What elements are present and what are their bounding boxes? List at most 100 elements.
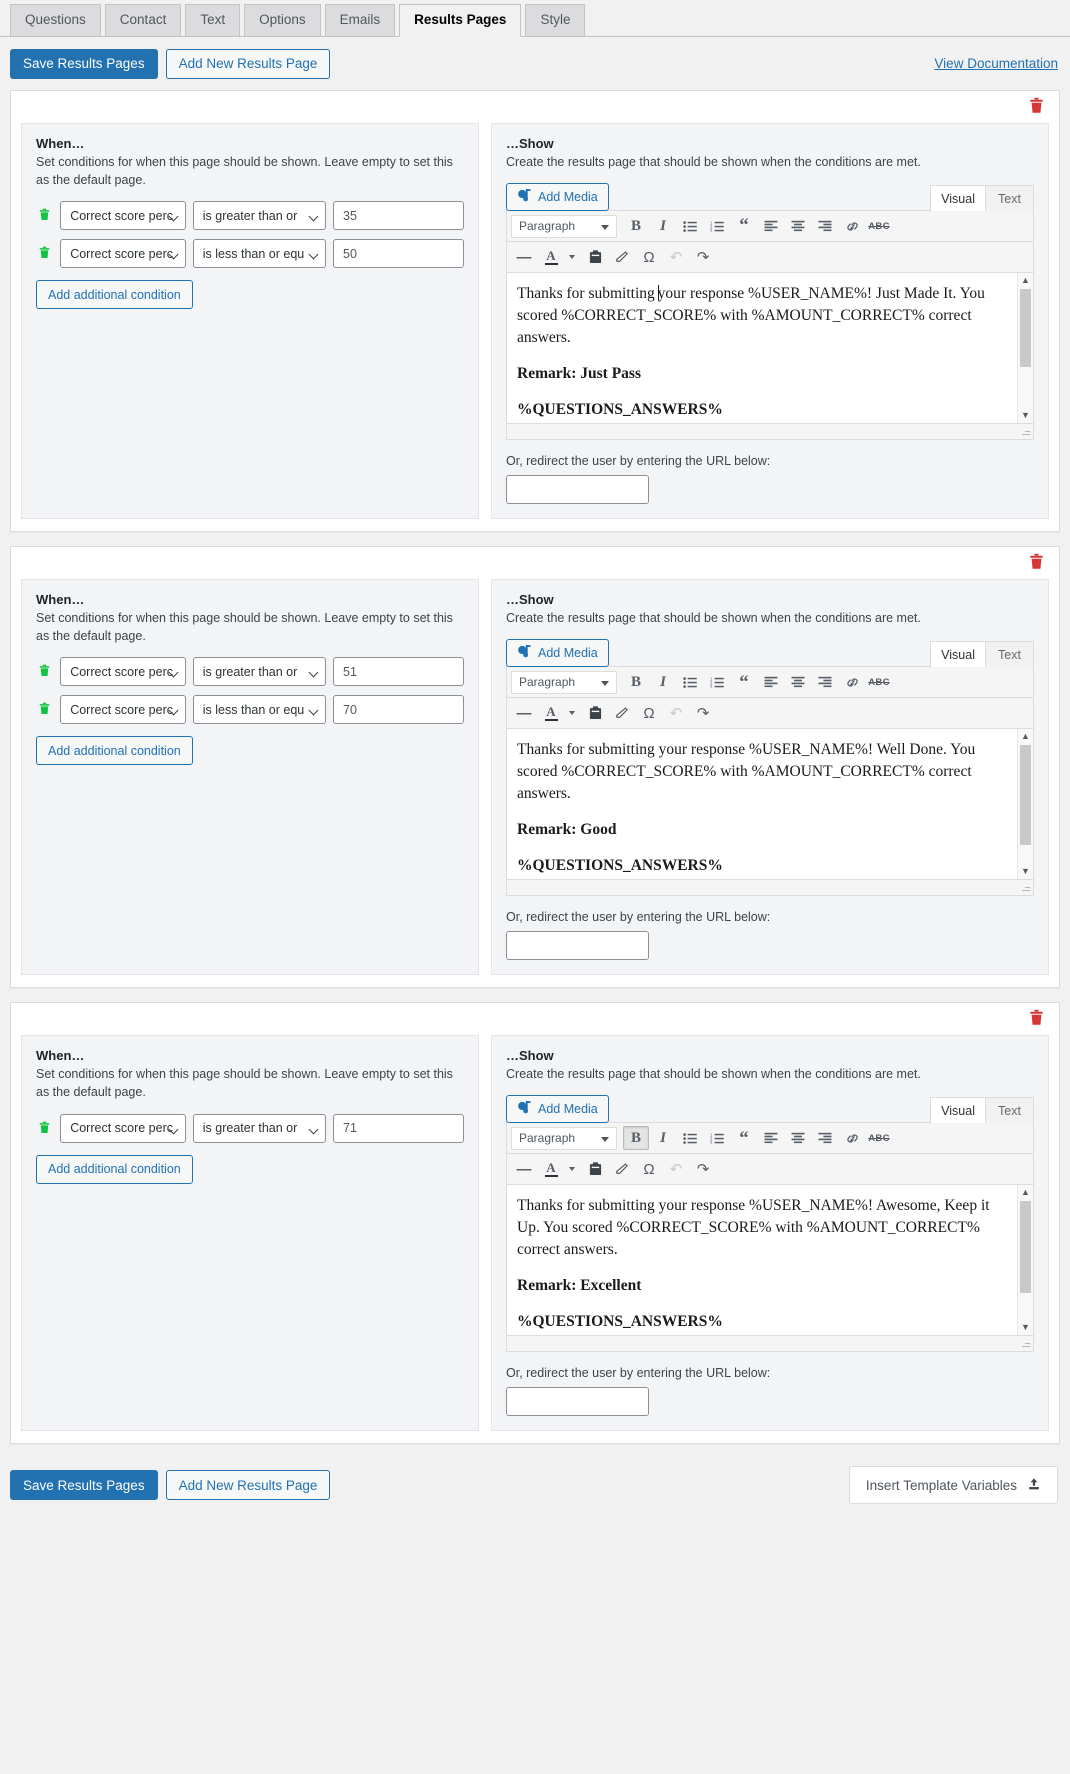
scrollbar-thumb[interactable] bbox=[1020, 745, 1031, 846]
redo-button[interactable]: ↷ bbox=[690, 1157, 716, 1181]
undo-button[interactable]: ↶ bbox=[663, 701, 689, 725]
editor-content-area[interactable]: Thanks for submitting your response %USE… bbox=[507, 729, 1033, 880]
special-character-button[interactable]: Ω bbox=[636, 1157, 662, 1181]
italic-button[interactable]: I bbox=[650, 670, 676, 694]
strikethrough-button[interactable]: ABC bbox=[866, 670, 892, 694]
paragraph-format-select[interactable]: Paragraph bbox=[511, 1126, 617, 1150]
text-color-button[interactable]: A bbox=[538, 701, 564, 725]
delete-condition-icon[interactable] bbox=[36, 1121, 53, 1136]
insert-link-button[interactable] bbox=[839, 670, 865, 694]
insert-link-button[interactable] bbox=[839, 214, 865, 238]
redo-button[interactable]: ↷ bbox=[690, 245, 716, 269]
align-left-button[interactable] bbox=[758, 670, 784, 694]
tab-text-editor[interactable]: Text bbox=[986, 185, 1034, 212]
special-character-button[interactable]: Ω bbox=[636, 245, 662, 269]
condition-field-select[interactable]: Correct score perc bbox=[60, 1113, 186, 1143]
scrollbar-thumb[interactable] bbox=[1020, 1201, 1031, 1294]
blockquote-button[interactable]: “ bbox=[731, 1126, 757, 1150]
align-center-button[interactable] bbox=[785, 214, 811, 238]
condition-value-input[interactable] bbox=[333, 695, 465, 725]
paragraph-format-select[interactable]: Paragraph bbox=[511, 670, 617, 694]
align-center-button[interactable] bbox=[785, 670, 811, 694]
text-color-dropdown-arrow[interactable] bbox=[565, 1157, 581, 1181]
delete-condition-icon[interactable] bbox=[36, 664, 53, 679]
add-media-button[interactable]: Add Media bbox=[506, 183, 609, 212]
text-color-button[interactable]: A bbox=[538, 1157, 564, 1181]
scroll-down-arrow-icon[interactable]: ▼ bbox=[1018, 1320, 1033, 1335]
tab-text[interactable]: Text bbox=[185, 3, 241, 37]
numbered-list-button[interactable]: 123 bbox=[704, 214, 730, 238]
add-additional-condition-button[interactable]: Add additional condition bbox=[36, 736, 193, 766]
strikethrough-button[interactable]: ABC bbox=[866, 214, 892, 238]
scroll-up-arrow-icon[interactable]: ▲ bbox=[1018, 729, 1033, 744]
condition-value-input[interactable] bbox=[333, 201, 465, 231]
italic-button[interactable]: I bbox=[650, 1126, 676, 1150]
align-right-button[interactable] bbox=[812, 670, 838, 694]
insert-link-button[interactable] bbox=[839, 1126, 865, 1150]
delete-results-page-icon[interactable] bbox=[1028, 1009, 1045, 1029]
condition-field-select[interactable]: Correct score perc bbox=[60, 695, 186, 725]
add-media-button[interactable]: Add Media bbox=[506, 1095, 609, 1124]
scrollbar-thumb[interactable] bbox=[1020, 289, 1031, 368]
bold-button[interactable]: B bbox=[623, 214, 649, 238]
delete-results-page-icon[interactable] bbox=[1028, 553, 1045, 573]
text-color-dropdown-arrow[interactable] bbox=[565, 701, 581, 725]
tab-text-editor[interactable]: Text bbox=[986, 1097, 1034, 1124]
bulleted-list-button[interactable] bbox=[677, 214, 703, 238]
align-right-button[interactable] bbox=[812, 1126, 838, 1150]
save-results-pages-button-bottom[interactable]: Save Results Pages bbox=[10, 1470, 158, 1501]
paragraph-format-select[interactable]: Paragraph bbox=[511, 214, 617, 238]
strikethrough-button[interactable]: ABC bbox=[866, 1126, 892, 1150]
tab-visual-editor[interactable]: Visual bbox=[930, 185, 986, 212]
condition-field-select[interactable]: Correct score perc bbox=[60, 657, 186, 687]
condition-operator-select[interactable]: is greater than or bbox=[192, 657, 327, 687]
add-new-results-page-button-bottom[interactable]: Add New Results Page bbox=[165, 1470, 331, 1501]
delete-condition-icon[interactable] bbox=[36, 702, 53, 717]
align-left-button[interactable] bbox=[758, 1126, 784, 1150]
redirect-url-input[interactable] bbox=[506, 475, 649, 505]
add-new-results-page-button[interactable]: Add New Results Page bbox=[165, 48, 331, 79]
editor-content-area[interactable]: Thanks for submitting your response %USE… bbox=[507, 1185, 1033, 1336]
bold-button[interactable]: B bbox=[623, 1126, 649, 1151]
delete-condition-icon[interactable] bbox=[36, 246, 53, 261]
editor-scrollbar[interactable]: ▲ ▼ bbox=[1017, 273, 1033, 424]
condition-value-input[interactable] bbox=[333, 239, 465, 269]
text-color-dropdown-arrow[interactable] bbox=[565, 245, 581, 269]
paste-as-text-button[interactable] bbox=[582, 701, 608, 725]
tab-style[interactable]: Style bbox=[525, 3, 586, 37]
align-right-button[interactable] bbox=[812, 214, 838, 238]
blockquote-button[interactable]: “ bbox=[731, 670, 757, 694]
text-color-button[interactable]: A bbox=[538, 245, 564, 269]
redirect-url-input[interactable] bbox=[506, 1387, 649, 1417]
tab-contact[interactable]: Contact bbox=[104, 3, 182, 37]
save-results-pages-button[interactable]: Save Results Pages bbox=[10, 48, 158, 79]
horizontal-rule-button[interactable]: — bbox=[511, 1157, 537, 1181]
tab-visual-editor[interactable]: Visual bbox=[930, 641, 986, 668]
redirect-url-input[interactable] bbox=[506, 931, 649, 961]
condition-value-input[interactable] bbox=[333, 1113, 465, 1143]
tab-options[interactable]: Options bbox=[244, 3, 321, 37]
editor-content-area[interactable]: Thanks for submitting your response %USE… bbox=[507, 273, 1033, 424]
condition-field-select[interactable]: Correct score perc bbox=[60, 201, 186, 231]
horizontal-rule-button[interactable]: — bbox=[511, 245, 537, 269]
condition-operator-select[interactable]: is less than or equ bbox=[192, 239, 327, 269]
tab-questions[interactable]: Questions bbox=[10, 3, 101, 37]
bulleted-list-button[interactable] bbox=[677, 670, 703, 694]
delete-condition-icon[interactable] bbox=[36, 208, 53, 223]
scroll-up-arrow-icon[interactable]: ▲ bbox=[1018, 1185, 1033, 1200]
add-additional-condition-button[interactable]: Add additional condition bbox=[36, 1154, 193, 1184]
align-left-button[interactable] bbox=[758, 214, 784, 238]
tab-results-pages[interactable]: Results Pages bbox=[399, 3, 522, 37]
numbered-list-button[interactable]: 123 bbox=[704, 1126, 730, 1150]
condition-operator-select[interactable]: is greater than or bbox=[192, 201, 327, 231]
view-documentation-link[interactable]: View Documentation bbox=[934, 56, 1058, 71]
condition-value-input[interactable] bbox=[333, 657, 465, 687]
add-media-button[interactable]: Add Media bbox=[506, 639, 609, 668]
bulleted-list-button[interactable] bbox=[677, 1126, 703, 1150]
tab-visual-editor[interactable]: Visual bbox=[930, 1097, 986, 1124]
tab-text-editor[interactable]: Text bbox=[986, 641, 1034, 668]
blockquote-button[interactable]: “ bbox=[731, 214, 757, 238]
scroll-down-arrow-icon[interactable]: ▼ bbox=[1018, 408, 1033, 423]
editor-scrollbar[interactable]: ▲ ▼ bbox=[1017, 1185, 1033, 1336]
editor-scrollbar[interactable]: ▲ ▼ bbox=[1017, 729, 1033, 880]
